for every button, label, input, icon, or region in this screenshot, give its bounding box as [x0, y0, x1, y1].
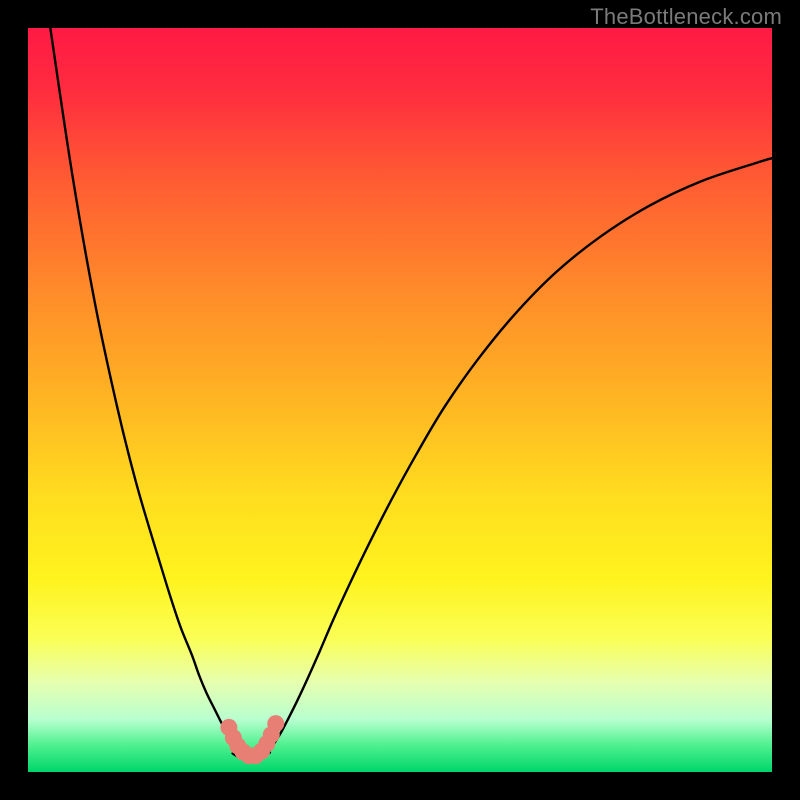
outer-frame: TheBottleneck.com	[0, 0, 800, 800]
watermark-text: TheBottleneck.com	[590, 4, 782, 30]
gradient-background	[28, 28, 772, 772]
chart-canvas	[28, 28, 772, 772]
valley-marker	[267, 715, 284, 732]
plot-area	[28, 28, 772, 772]
